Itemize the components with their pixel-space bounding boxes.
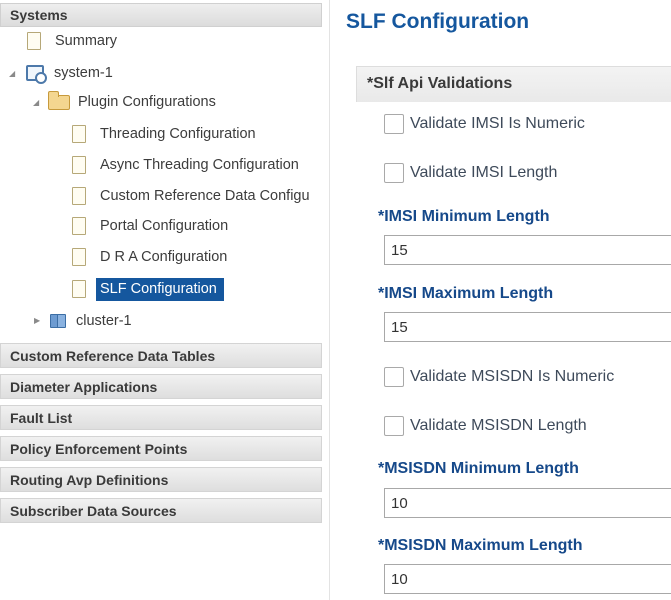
folder-open-icon [48, 90, 70, 110]
systems-header[interactable]: Systems [0, 3, 322, 27]
tree-item-label: Plugin Configurations [78, 94, 216, 110]
document-icon [72, 156, 86, 174]
tree-item-portal-configuration[interactable]: Portal Configuration [72, 213, 228, 239]
document-icon [27, 32, 41, 50]
checkbox-label: Validate MSISDN Length [410, 417, 587, 434]
checkbox-label: Validate IMSI Length [410, 164, 558, 181]
collapse-arrow-icon[interactable]: ◢ [9, 69, 15, 78]
imsi-minimum-length-label: *IMSI Minimum Length [378, 208, 550, 225]
tree-item-label: cluster-1 [76, 313, 132, 329]
tree-item-system-1[interactable]: ◢ system-1 [9, 60, 113, 86]
tree-item-slf-configuration[interactable]: SLF Configuration [72, 276, 224, 302]
validate-imsi-numeric-checkbox[interactable] [384, 114, 404, 134]
section-subscriber-data-sources[interactable]: Subscriber Data Sources [0, 498, 322, 523]
tree-item-label: Threading Configuration [100, 126, 256, 142]
tree-item-label-selected: SLF Configuration [96, 277, 224, 301]
document-icon [72, 217, 86, 235]
checkbox-label: Validate IMSI Is Numeric [410, 115, 585, 132]
imsi-maximum-length-label: *IMSI Maximum Length [378, 285, 554, 302]
section-custom-reference-data-tables[interactable]: Custom Reference Data Tables [0, 343, 322, 368]
section-fault-list[interactable]: Fault List [0, 405, 322, 430]
imsi-minimum-length-input[interactable] [384, 235, 671, 265]
msisdn-maximum-length-input[interactable] [384, 564, 671, 594]
checkbox-label: Validate MSISDN Is Numeric [410, 368, 615, 385]
imsi-maximum-length-input[interactable] [384, 312, 671, 342]
section-routing-avp-definitions[interactable]: Routing Avp Definitions [0, 467, 322, 492]
system-icon [26, 65, 47, 84]
systems-navigation-panel: Systems Summary ◢ system-1 ◢ Plugin Conf… [0, 0, 330, 600]
tree-item-summary[interactable]: Summary [27, 28, 117, 54]
msisdn-maximum-length-label: *MSISDN Maximum Length [378, 537, 583, 554]
document-icon [72, 248, 86, 266]
document-icon [72, 125, 86, 143]
validate-msisdn-length-checkbox-row[interactable]: Validate MSISDN Length [384, 416, 587, 436]
section-policy-enforcement-points[interactable]: Policy Enforcement Points [0, 436, 322, 461]
section-diameter-applications[interactable]: Diameter Applications [0, 374, 322, 399]
validate-imsi-numeric-checkbox-row[interactable]: Validate IMSI Is Numeric [384, 114, 585, 134]
msisdn-minimum-length-label: *MSISDN Minimum Length [378, 460, 579, 477]
tree-item-label: Custom Reference Data Configu [100, 188, 310, 204]
document-icon [72, 187, 86, 205]
tree-item-async-threading-configuration[interactable]: Async Threading Configuration [72, 152, 299, 178]
validate-imsi-length-checkbox[interactable] [384, 163, 404, 183]
expand-arrow-icon[interactable]: ▶ [34, 316, 40, 325]
validate-imsi-length-checkbox-row[interactable]: Validate IMSI Length [384, 163, 557, 183]
page-title: SLF Configuration [346, 10, 530, 33]
tree-item-dra-configuration[interactable]: D R A Configuration [72, 244, 227, 270]
slf-configuration-panel: SLF Configuration *Slf Api Validations V… [338, 0, 671, 600]
tree-item-cluster-1[interactable]: ▶ cluster-1 [34, 308, 132, 334]
msisdn-minimum-length-input[interactable] [384, 488, 671, 518]
slf-api-validations-group-header: *Slf Api Validations [356, 66, 671, 102]
tree-item-label: Summary [55, 33, 118, 49]
tree-item-custom-reference-data-configuration[interactable]: Custom Reference Data Configu [72, 183, 325, 209]
tree-item-label: system-1 [54, 65, 113, 81]
tree-item-plugin-configurations[interactable]: ◢ Plugin Configurations [33, 89, 216, 115]
tree-item-label: Portal Configuration [100, 218, 229, 234]
validate-msisdn-numeric-checkbox-row[interactable]: Validate MSISDN Is Numeric [384, 367, 614, 387]
cluster-icon [50, 313, 68, 329]
tree-item-threading-configuration[interactable]: Threading Configuration [72, 121, 256, 147]
document-icon [72, 280, 86, 298]
tree-item-label: D R A Configuration [100, 249, 228, 265]
validate-msisdn-length-checkbox[interactable] [384, 416, 404, 436]
collapse-arrow-icon[interactable]: ◢ [33, 98, 39, 107]
tree-item-label: Async Threading Configuration [100, 157, 299, 173]
validate-msisdn-numeric-checkbox[interactable] [384, 367, 404, 387]
